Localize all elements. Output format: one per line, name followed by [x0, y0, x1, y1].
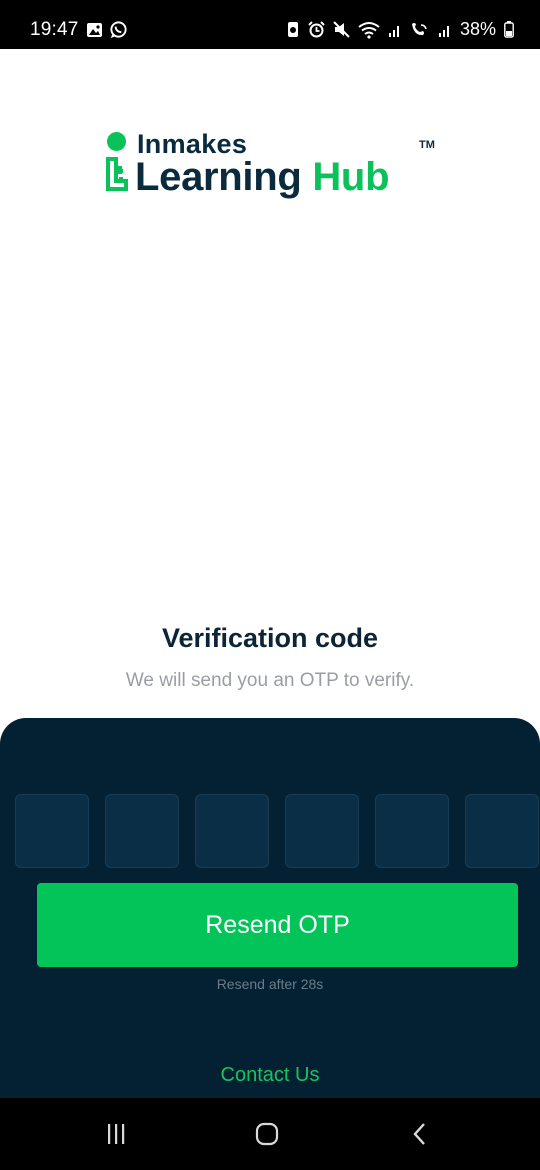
signal-icon — [438, 25, 449, 37]
otp-panel: Resend OTP Resend after 28s Contact Us — [0, 718, 540, 1098]
otp-digit-2[interactable] — [105, 794, 179, 868]
otp-digit-6[interactable] — [465, 794, 539, 868]
otp-input-row — [15, 794, 539, 868]
logo-title: Learning Hub — [135, 155, 390, 200]
alarm-icon — [308, 21, 325, 38]
wifi-icon — [358, 21, 380, 39]
whatsapp-icon — [110, 21, 127, 39]
otp-digit-4[interactable] — [285, 794, 359, 868]
home-icon[interactable] — [249, 1120, 285, 1148]
logo-hub-text: Hub — [312, 155, 390, 199]
logo-trademark: TM — [419, 139, 435, 151]
logo-dot — [107, 132, 126, 151]
battery-percent: 38% — [459, 19, 496, 39]
signal-icon — [388, 25, 399, 37]
otp-digit-5[interactable] — [375, 794, 449, 868]
otp-digit-3[interactable] — [195, 794, 269, 868]
contact-us-link[interactable]: Contact Us — [0, 1064, 540, 1087]
status-time: 19:47 — [30, 19, 79, 40]
recent-apps-icon[interactable] — [98, 1120, 134, 1148]
status-bar: 19:47 38% — [0, 0, 540, 49]
mute-icon — [333, 21, 350, 38]
verification-subtitle: We will send you an OTP to verify. — [125, 670, 415, 691]
data-saver-icon — [287, 22, 298, 37]
gallery-icon — [87, 22, 102, 37]
logo-mark-icon — [106, 157, 128, 191]
inmakes-learning-hub-logo: Inmakes Learning Hub TM — [104, 128, 444, 208]
back-icon[interactable] — [402, 1120, 438, 1148]
resend-otp-button[interactable]: Resend OTP — [37, 883, 518, 967]
resend-timer-text: Resend after 28s — [216, 976, 324, 992]
verification-title: Verification code — [161, 623, 379, 653]
otp-digit-1[interactable] — [15, 794, 89, 868]
battery-icon — [504, 21, 514, 38]
wifi-call-icon — [411, 22, 427, 35]
system-nav-bar — [0, 1098, 540, 1170]
logo-learning-text: Learning — [135, 155, 302, 199]
